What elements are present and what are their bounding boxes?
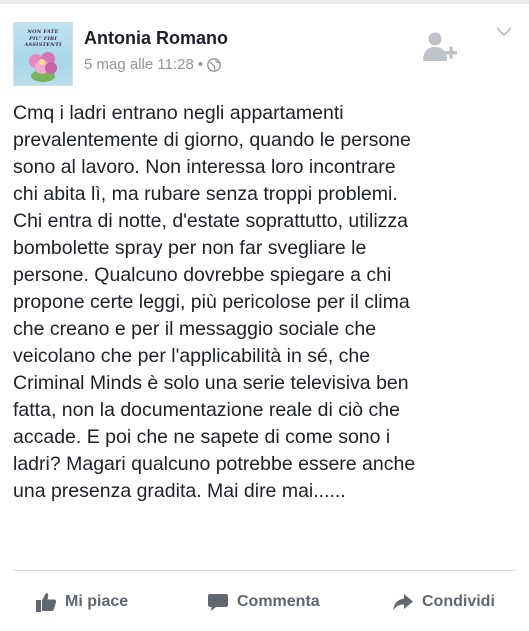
globe-icon	[207, 57, 221, 72]
comment-icon	[208, 594, 228, 611]
facebook-post: NON FATE PIU' FIRI ASSISTENTI Antonia Ro…	[0, 4, 529, 631]
action-bar: Mi piace Commenta Condividi	[0, 582, 529, 622]
post-meta: 5 mag alle 11:28 •	[84, 56, 221, 73]
author-name[interactable]: Antonia Romano	[84, 28, 228, 49]
share-arrow-icon	[393, 594, 413, 611]
like-label: Mi piace	[65, 593, 129, 610]
post-body: Cmq i ladri entrano negli appartamenti p…	[13, 102, 416, 502]
share-label: Condividi	[422, 593, 495, 610]
comment-button[interactable]: Commenta	[207, 582, 320, 622]
thumbs-up-icon	[36, 593, 57, 612]
add-friend-icon[interactable]	[421, 31, 457, 65]
avatar-caption: NON FATE	[27, 29, 59, 35]
avatar[interactable]: NON FATE PIU' FIRI ASSISTENTI	[13, 22, 73, 86]
share-button[interactable]: Condividi	[392, 582, 495, 622]
flower-icon	[29, 52, 57, 82]
divider	[13, 570, 516, 571]
meta-separator: •	[197, 56, 204, 73]
like-button[interactable]: Mi piace	[35, 582, 128, 622]
post-timestamp[interactable]: 5 mag alle 11:28	[84, 56, 194, 73]
comment-label: Commenta	[237, 593, 320, 610]
chevron-down-icon[interactable]	[495, 26, 513, 38]
